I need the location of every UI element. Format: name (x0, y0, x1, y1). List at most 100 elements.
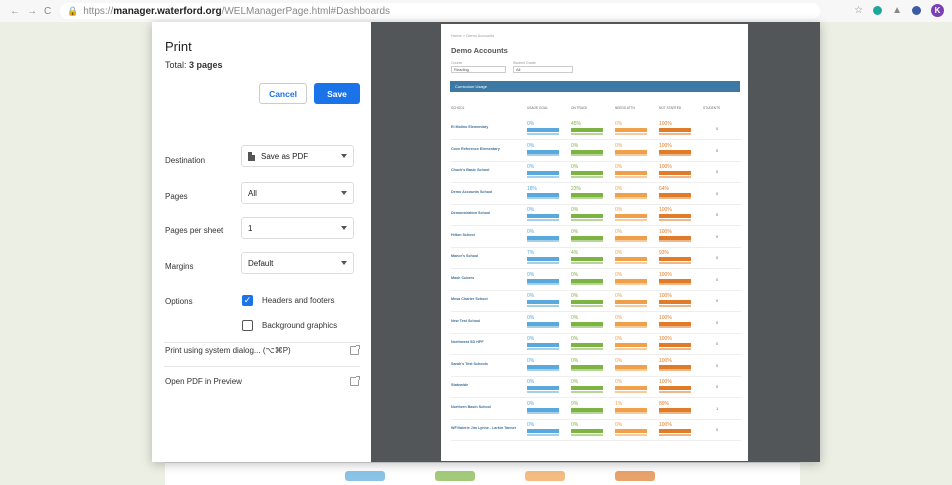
usage-cell: 0% (527, 271, 559, 285)
usage-subbar (571, 304, 603, 307)
usage-subbar (527, 197, 559, 199)
school-name: El Molino Elementary (451, 125, 489, 129)
usage-bar (527, 214, 559, 218)
usage-percent: 100% (659, 314, 672, 321)
usage-percent: 23% (571, 185, 582, 192)
extension-blue-icon[interactable] (912, 6, 921, 15)
background-graphics-option[interactable]: Background graphics (242, 320, 337, 331)
usage-bar (659, 429, 691, 433)
usage-cell: 93% (659, 250, 691, 264)
url-host: manager.waterford.org (113, 5, 222, 17)
usage-bar (527, 364, 559, 369)
preview-row: WF/Valerie Jim Lynne - Larkin Tanner 0% 0%… (451, 419, 741, 441)
open-pdf-label: Open PDF in Preview (165, 377, 242, 386)
usage-cell: 89% (659, 401, 691, 414)
usage-cell: 23% (571, 185, 603, 199)
filter-grade-label: Student Grade (513, 61, 536, 65)
chevron-down-icon (341, 154, 347, 158)
extension-teal-icon[interactable] (873, 6, 883, 15)
preview-breadcrumb: Home > Demo Accounts (451, 33, 495, 38)
checkbox-checked-icon[interactable]: ✓ (242, 295, 253, 306)
usage-bar (615, 278, 647, 283)
usage-bar (615, 235, 647, 240)
margins-select[interactable]: Default (241, 252, 354, 274)
page-content-strip (165, 462, 800, 485)
open-pdf-link[interactable]: Open PDF in Preview (165, 376, 360, 386)
star-icon[interactable]: ☆ (854, 5, 863, 16)
usage-percent: 100% (659, 121, 672, 127)
usage-cell: 0% (527, 293, 559, 307)
usage-percent: 100% (659, 142, 672, 149)
usage-cell: 100% (659, 164, 691, 178)
student-count: 0 (716, 255, 719, 260)
destination-select[interactable]: Save as PDF (241, 145, 354, 167)
usage-cell: 0% (615, 143, 647, 156)
usage-bar (571, 278, 603, 283)
usage-percent: 0% (615, 422, 623, 428)
pages-select[interactable]: All (241, 182, 354, 204)
profile-avatar[interactable]: K (931, 4, 944, 17)
checkbox-unchecked-icon[interactable] (242, 320, 253, 331)
usage-percent: 100% (659, 336, 672, 342)
usage-subbar (615, 197, 647, 199)
headers-footers-option[interactable]: ✓ Headers and footers (242, 295, 335, 306)
usage-bar (527, 300, 559, 304)
forward-arrow-icon[interactable]: → (27, 6, 37, 17)
usage-bar (615, 171, 647, 175)
usage-cell: 100% (659, 422, 691, 436)
usage-bar (571, 128, 603, 132)
address-bar[interactable]: 🔒 https:// manager.waterford.org /WELMan… (60, 3, 820, 19)
usage-cell: 9% (571, 401, 603, 414)
usage-percent: 0% (527, 293, 535, 299)
save-button[interactable]: Save (314, 83, 360, 104)
preview-row: Mash Cubers 0% 0% 0% 100% 0 (451, 269, 741, 291)
usage-subbar (571, 261, 603, 264)
pages-per-sheet-value: 1 (248, 223, 253, 233)
chevron-down-icon (341, 226, 347, 230)
preview-title: Demo Accounts (451, 46, 508, 55)
usage-cell: 0% (527, 143, 559, 156)
pages-per-sheet-select[interactable]: 1 (241, 217, 354, 239)
cancel-button[interactable]: Cancel (259, 83, 307, 104)
print-dialog: Print Total: 3 pages Cancel Save Destina… (152, 22, 820, 462)
usage-bar (615, 300, 647, 304)
usage-bar (659, 235, 691, 240)
usage-bar (571, 214, 603, 218)
reload-icon[interactable]: C (44, 6, 51, 17)
usage-subbar (659, 283, 691, 285)
usage-percent: 0% (527, 271, 535, 278)
usage-percent: 0% (571, 336, 579, 342)
destination-label: Destination (165, 156, 206, 165)
usage-bar (659, 321, 691, 326)
usage-cell: 0% (527, 229, 559, 242)
usage-subbar (615, 175, 647, 178)
usage-cell: 0% (571, 358, 603, 371)
usage-cell: 0% (571, 229, 603, 242)
back-arrow-icon[interactable]: ← (10, 6, 20, 17)
usage-percent: 0% (615, 228, 623, 235)
usage-subbar (527, 132, 559, 135)
extension-gray-icon[interactable]: ▲ (892, 5, 902, 16)
print-settings-panel: Print Total: 3 pages Cancel Save Destina… (152, 22, 371, 462)
usage-subbar (527, 240, 559, 242)
usage-cell: 0% (571, 293, 603, 307)
system-dialog-label: Print using system dialog... (⌥⌘P) (165, 346, 291, 355)
filter-course-select: Reading (451, 66, 506, 73)
usage-bar (659, 300, 691, 304)
usage-cell: 0% (615, 121, 647, 135)
usage-bar (527, 171, 559, 175)
usage-cell: 100% (659, 314, 691, 328)
usage-band: Curriculum Usage (450, 81, 740, 92)
margins-label: Margins (165, 262, 194, 271)
usage-subbar (659, 154, 691, 156)
usage-subbar (659, 304, 691, 307)
usage-bar (659, 343, 691, 347)
usage-percent: 0% (615, 185, 623, 192)
usage-subbar (571, 433, 603, 436)
print-preview[interactable]: Home > Demo Accounts Demo Accounts Cours… (371, 22, 820, 462)
usage-subbar (527, 261, 559, 264)
usage-bar (659, 278, 691, 283)
system-dialog-link[interactable]: Print using system dialog... (⌥⌘P) (165, 345, 360, 355)
usage-subbar (571, 197, 603, 199)
usage-cell: 100% (659, 142, 691, 156)
